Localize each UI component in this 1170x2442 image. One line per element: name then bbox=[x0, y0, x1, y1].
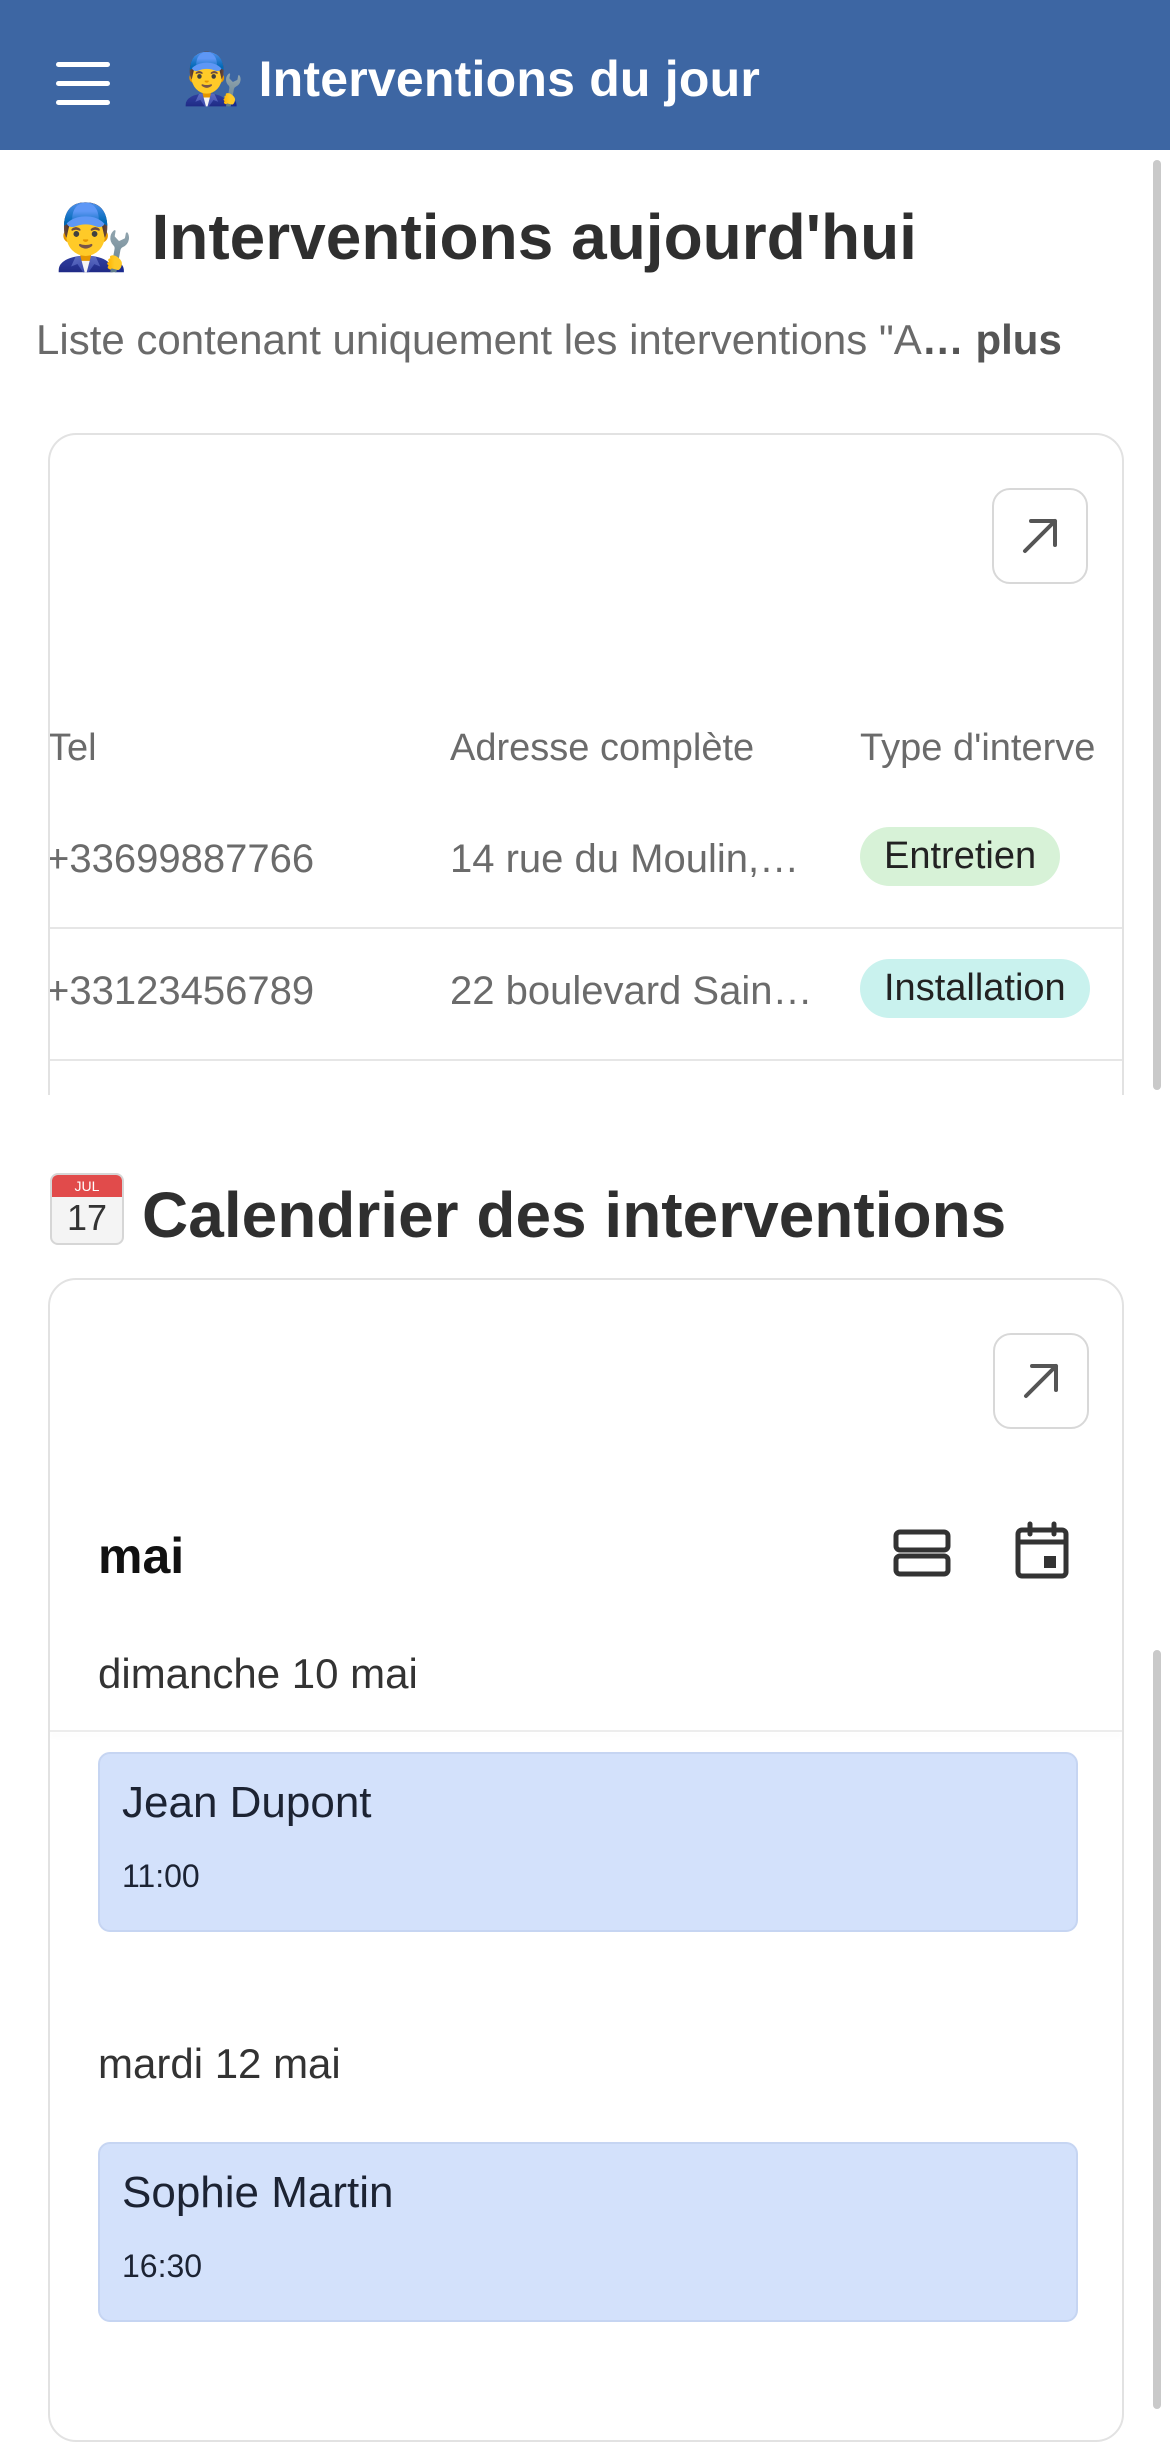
section-title-text: Interventions aujourd'hui bbox=[151, 201, 917, 273]
event-time: 11:00 bbox=[122, 1858, 200, 1894]
type-badge: Entretien bbox=[860, 827, 1061, 886]
cell-tel: +33699887766 bbox=[48, 837, 315, 881]
cell-adresse: 22 boulevard Sain… bbox=[450, 969, 813, 1013]
event-time: 16:30 bbox=[122, 2248, 203, 2284]
event-title: Sophie Martin bbox=[122, 2168, 394, 2217]
column-header-tel[interactable]: Tel bbox=[50, 727, 97, 770]
section-title-calendar: JUL 17 Calendrier des interventions bbox=[50, 1173, 1006, 1252]
section-title-text: Calendrier des interventions bbox=[142, 1179, 1007, 1251]
calendar-event[interactable]: Sophie Martin 16:30 bbox=[98, 2142, 1078, 2322]
calendar-icon-day: 17 bbox=[66, 1197, 108, 1238]
section-title-today: 👨‍🔧 Interventions aujourd'hui bbox=[54, 200, 917, 275]
calendar-month-label: mai bbox=[98, 1528, 185, 1584]
cell-tel: +33123456789 bbox=[48, 969, 315, 1013]
table-row[interactable]: +33123456789 22 boulevard Sain… Installa… bbox=[50, 929, 1122, 1061]
column-header-adresse[interactable]: Adresse complète bbox=[450, 727, 754, 770]
calendar-view-card: mai dimanche 10 mai Jean Dupont 11:00 ma… bbox=[48, 1278, 1124, 2442]
page-header-title: 👨‍🔧 Interventions du jour bbox=[182, 50, 760, 109]
mechanic-emoji-icon: 👨‍🔧 bbox=[182, 50, 245, 108]
calendar-view-icon[interactable] bbox=[1010, 1520, 1074, 1584]
day-header: mardi 12 mai bbox=[98, 2040, 341, 2087]
show-more-link[interactable]: … plus bbox=[922, 316, 1062, 363]
open-full-page-button[interactable] bbox=[992, 488, 1088, 584]
arrow-up-right-icon bbox=[1024, 1364, 1058, 1398]
scrollbar-thumb-inner[interactable] bbox=[1153, 1650, 1161, 2409]
event-title: Jean Dupont bbox=[122, 1778, 372, 1827]
day-header: dimanche 10 mai bbox=[98, 1650, 418, 1697]
menu-icon[interactable] bbox=[56, 62, 110, 105]
calendar-event[interactable]: Jean Dupont 11:00 bbox=[98, 1752, 1078, 1932]
list-view-icon[interactable] bbox=[890, 1520, 954, 1584]
header-title-text: Interventions du jour bbox=[258, 51, 761, 107]
table-row[interactable]: +33699887766 14 rue du Moulin,… Entretie… bbox=[50, 797, 1122, 929]
arrow-up-right-icon bbox=[1023, 519, 1057, 553]
mechanic-emoji-icon: 👨‍🔧 bbox=[54, 201, 134, 275]
open-full-page-button[interactable] bbox=[993, 1333, 1089, 1429]
calendar-emoji-icon: JUL 17 bbox=[50, 1173, 124, 1245]
table-header-row: Tel Adresse complète Type d'interve bbox=[50, 705, 1122, 797]
column-header-type[interactable]: Type d'interve bbox=[860, 727, 1095, 770]
day-divider bbox=[50, 1730, 1122, 1732]
section-description: Liste contenant uniquement les intervent… bbox=[36, 316, 1136, 364]
top-bar: 👨‍🔧 Interventions du jour bbox=[0, 0, 1170, 150]
scrollbar-thumb[interactable] bbox=[1153, 160, 1161, 1090]
table-view-card: Tel Adresse complète Type d'interve +336… bbox=[48, 433, 1124, 1095]
interventions-table: Tel Adresse complète Type d'interve +336… bbox=[50, 705, 1122, 1061]
description-text: Liste contenant uniquement les intervent… bbox=[36, 316, 922, 363]
cell-adresse: 14 rue du Moulin,… bbox=[450, 837, 800, 881]
calendar-icon-month: JUL bbox=[52, 1175, 122, 1197]
type-badge: Installation bbox=[860, 959, 1090, 1018]
